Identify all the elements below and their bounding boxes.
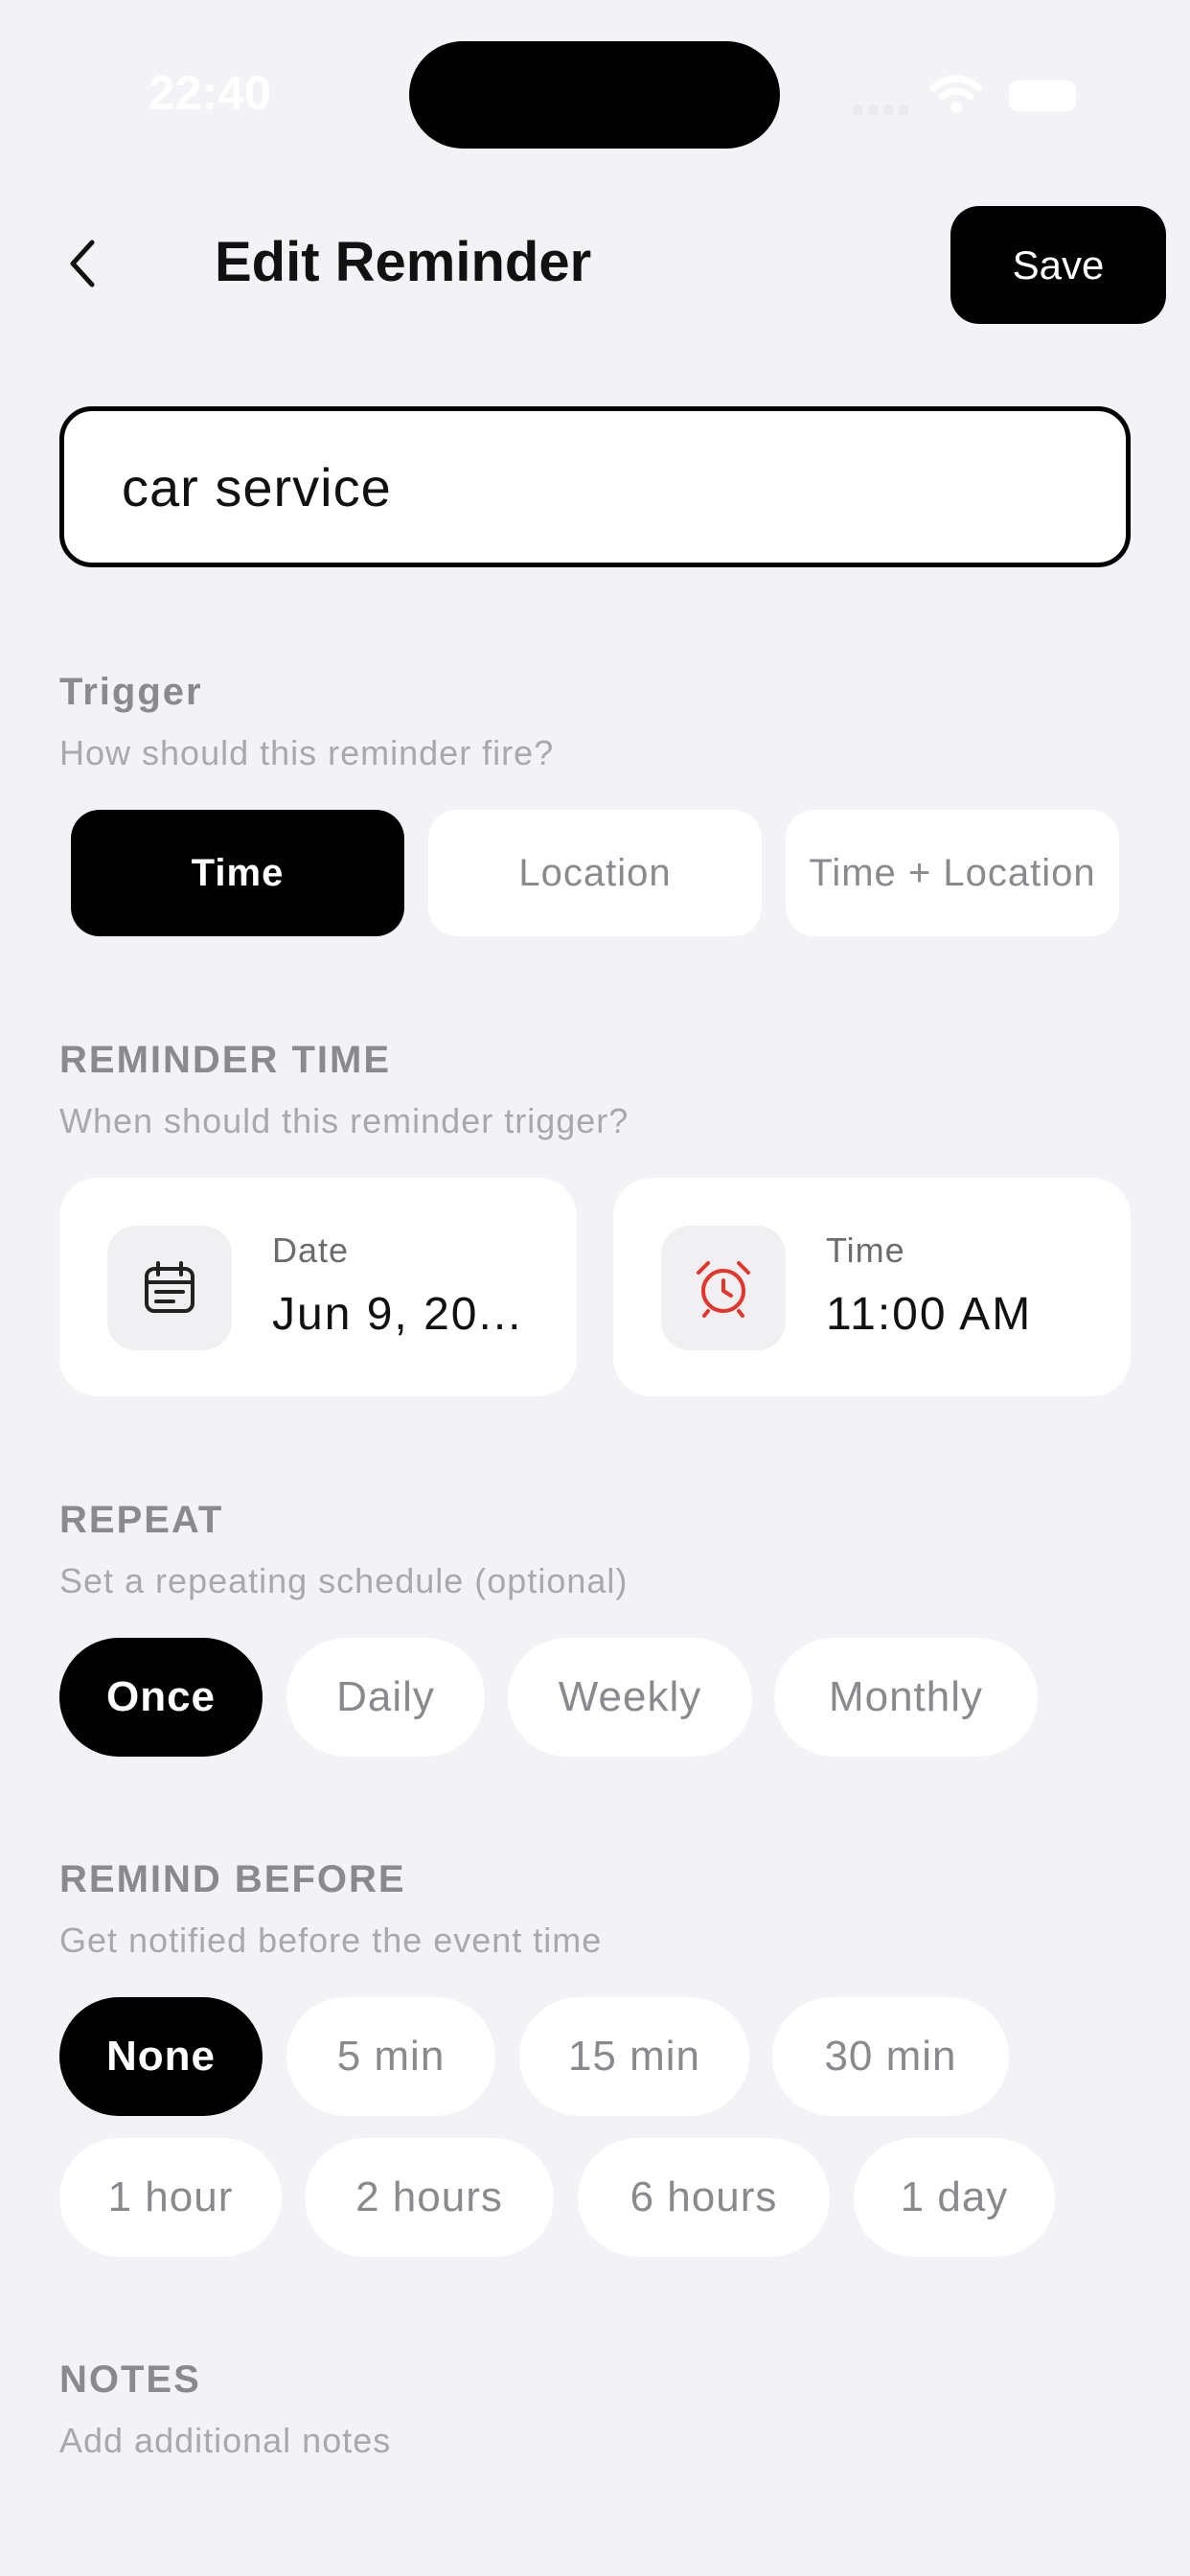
repeat-title: REPEAT	[59, 1499, 224, 1541]
page-title: Edit Reminder	[215, 231, 592, 293]
reminder-time-title: REMINDER TIME	[59, 1039, 391, 1081]
wifi-icon	[929, 75, 983, 113]
remind-before-6hours[interactable]: 6 hours	[578, 2138, 830, 2257]
reminder-name-input[interactable]: car service	[59, 406, 1131, 567]
remind-before-none[interactable]: None	[59, 1997, 263, 2116]
trigger-option-time[interactable]: Time	[71, 810, 404, 936]
repeat-subtitle: Set a repeating schedule (optional)	[59, 1561, 629, 1600]
alarm-clock-icon	[661, 1226, 786, 1350]
remind-before-title: REMIND BEFORE	[59, 1858, 406, 1900]
time-value: 11:00 AM	[826, 1289, 1033, 1340]
time-label: Time	[826, 1230, 905, 1270]
back-chevron-icon[interactable]	[59, 235, 107, 292]
repeat-option-monthly[interactable]: Monthly	[774, 1638, 1038, 1757]
remind-before-30min[interactable]: 30 min	[772, 1997, 1009, 2116]
trigger-option-time-location[interactable]: Time + Location	[786, 810, 1119, 936]
remind-before-1day[interactable]: 1 day	[854, 2138, 1055, 2257]
status-time: 22:40	[149, 66, 271, 120]
trigger-option-location[interactable]: Location	[428, 810, 762, 936]
notes-title: NOTES	[59, 2358, 201, 2401]
time-picker-card[interactable]: Time 11:00 AM	[613, 1178, 1131, 1396]
signal-icon	[853, 105, 908, 115]
date-value: Jun 9, 20...	[272, 1289, 523, 1340]
dynamic-island	[409, 41, 780, 149]
trigger-title: Trigger	[59, 671, 203, 713]
remind-before-15min[interactable]: 15 min	[519, 1997, 749, 2116]
repeat-option-weekly[interactable]: Weekly	[508, 1638, 752, 1757]
date-picker-card[interactable]: Date Jun 9, 20...	[59, 1178, 577, 1396]
remind-before-5min[interactable]: 5 min	[286, 1997, 495, 2116]
remind-before-subtitle: Get notified before the event time	[59, 1920, 603, 1960]
repeat-option-once[interactable]: Once	[59, 1638, 263, 1757]
notes-subtitle: Add additional notes	[59, 2421, 392, 2460]
calendar-icon	[107, 1226, 232, 1350]
remind-before-2hours[interactable]: 2 hours	[305, 2138, 554, 2257]
save-button[interactable]: Save	[950, 206, 1166, 324]
date-label: Date	[272, 1230, 350, 1270]
repeat-option-daily[interactable]: Daily	[286, 1638, 485, 1757]
trigger-subtitle: How should this reminder fire?	[59, 733, 555, 772]
battery-icon	[1009, 80, 1076, 111]
remind-before-1hour[interactable]: 1 hour	[59, 2138, 282, 2257]
reminder-time-subtitle: When should this reminder trigger?	[59, 1101, 629, 1140]
